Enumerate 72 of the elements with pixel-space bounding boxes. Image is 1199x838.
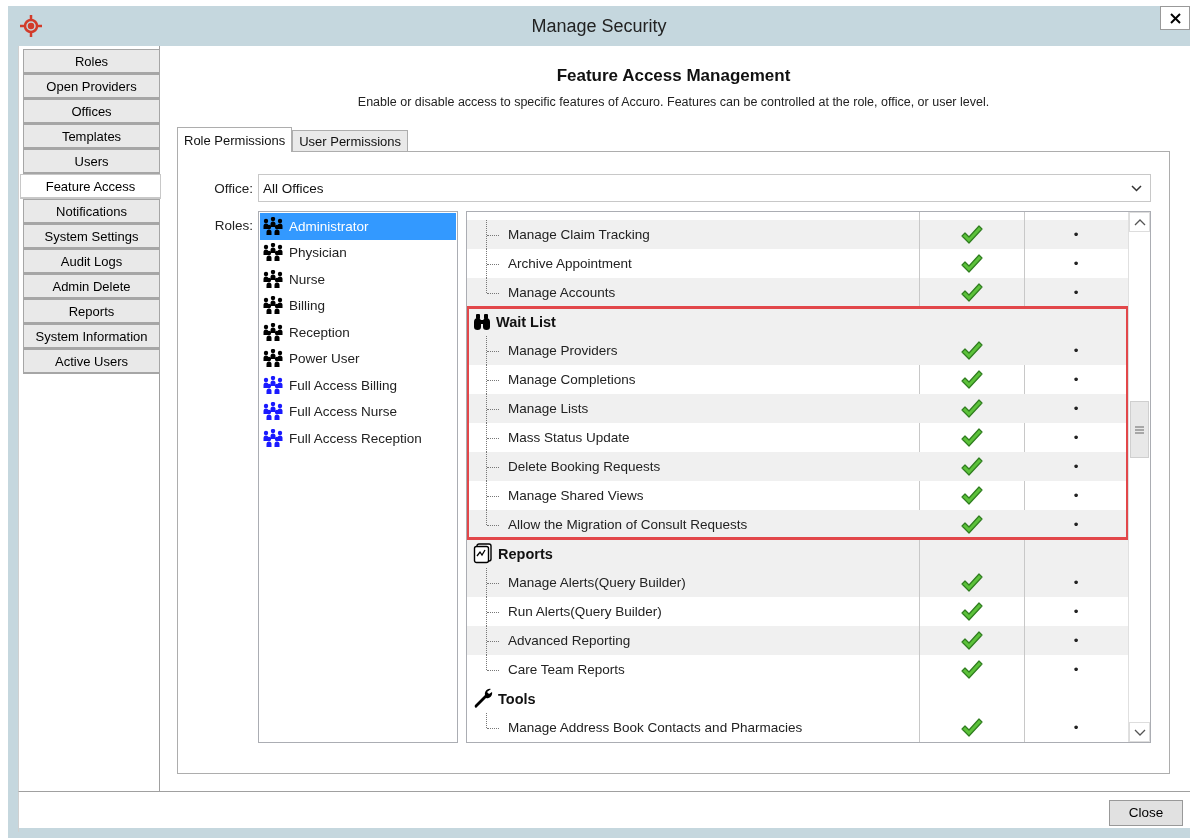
sidebar-tab[interactable]: Notifications: [23, 199, 160, 224]
table-cell: •: [1073, 430, 1079, 445]
scrollbar[interactable]: [1128, 212, 1150, 742]
table-cell: •: [1073, 343, 1079, 358]
group-label: Tools: [498, 690, 536, 707]
close-button[interactable]: Close: [1109, 799, 1183, 826]
table-cell: •: [1073, 372, 1079, 387]
window-title: Manage Security: [531, 15, 667, 37]
chevron-down-icon: [1131, 184, 1142, 192]
feature-label: Delete Booking Requests: [508, 459, 661, 474]
role-item[interactable]: Power User: [260, 345, 456, 372]
feature-label: Manage Claim Tracking: [508, 227, 650, 242]
tab[interactable]: User Permissions: [292, 130, 408, 151]
tab[interactable]: Role Permissions: [177, 127, 293, 152]
feature-label: Manage Alerts(Query Builder): [508, 575, 686, 590]
table-cell: •: [1073, 575, 1079, 590]
field-label: Roles:: [213, 217, 254, 235]
table-cell: •: [1073, 227, 1079, 242]
feature-label: Mass Status Update: [508, 430, 630, 445]
sidebar-tab[interactable]: Audit Logs: [23, 249, 160, 274]
wrench-icon: [473, 688, 493, 709]
feature-label: Advanced Reporting: [508, 633, 631, 648]
table-cell: •: [1073, 401, 1079, 416]
feature-label: Manage Shared Views: [508, 488, 644, 503]
crosshair-logo-icon: [20, 15, 42, 37]
sidebar-tab[interactable]: Offices: [23, 99, 160, 124]
feature-label: Manage Providers: [508, 343, 618, 358]
table-cell: •: [1073, 285, 1079, 300]
feature-label: Care Team Reports: [508, 662, 625, 677]
sidebar-tab[interactable]: Open Providers: [23, 74, 160, 99]
feature-label: Archive Appointment: [508, 256, 632, 271]
sidebar-tab[interactable]: System Information: [23, 324, 160, 349]
table-cell: •: [1073, 256, 1079, 271]
sidebar-tab[interactable]: Reports: [23, 299, 160, 324]
feature-label: Manage Address Book Contacts and Pharmacies: [508, 720, 803, 735]
feature-label: Manage Lists: [508, 401, 589, 416]
role-item[interactable]: Billing: [260, 292, 456, 319]
table-cell: •: [1073, 604, 1079, 619]
feature-label: Manage Completions: [508, 372, 636, 387]
role-item[interactable]: Nurse: [260, 266, 456, 293]
sidebar-tab[interactable]: Feature Access: [20, 174, 161, 199]
role-item[interactable]: Physician: [260, 239, 456, 266]
sidebar-tab[interactable]: Admin Delete: [23, 274, 160, 299]
report-icon: [473, 543, 493, 564]
grip-icon: [1134, 424, 1145, 435]
table-cell: •: [1073, 720, 1079, 735]
close-icon: [1169, 12, 1181, 24]
table-cell: •: [1073, 488, 1079, 503]
role-item[interactable]: Reception: [260, 319, 456, 346]
sidebar-tab[interactable]: System Settings: [23, 224, 160, 249]
office-dropdown[interactable]: All Offices: [258, 174, 1151, 202]
page-heading: Feature Access Management: [555, 66, 792, 86]
feature-label: Run Alerts(Query Builder): [508, 604, 662, 619]
table-cell: •: [1073, 517, 1079, 532]
sidebar-tab[interactable]: Roles: [23, 49, 160, 74]
feature-label: Manage Accounts: [508, 285, 616, 300]
field-label: Office:: [213, 180, 254, 196]
role-item[interactable]: Full Access Nurse: [260, 398, 456, 425]
feature-label: Allow the Migration of Consult Requests: [508, 517, 748, 532]
sidebar-tab[interactable]: Users: [23, 149, 160, 174]
group-label: Wait List: [496, 313, 556, 330]
table-cell: •: [1073, 662, 1079, 677]
role-item[interactable]: Full Access Billing: [260, 372, 456, 399]
page-description: Enable or disable access to specific features of Accuro. Features can be controlled at the role, office, or user level.: [356, 95, 991, 109]
table-cell: •: [1073, 459, 1079, 474]
table-cell: •: [1073, 633, 1079, 648]
close-window-button[interactable]: [1160, 6, 1190, 30]
role-item[interactable]: Full Access Reception: [260, 425, 456, 452]
sidebar-tab[interactable]: Active Users: [23, 349, 160, 374]
sidebar-tab[interactable]: Templates: [23, 124, 160, 149]
binoculars-icon: [473, 312, 491, 331]
group-label: Reports: [498, 545, 553, 562]
